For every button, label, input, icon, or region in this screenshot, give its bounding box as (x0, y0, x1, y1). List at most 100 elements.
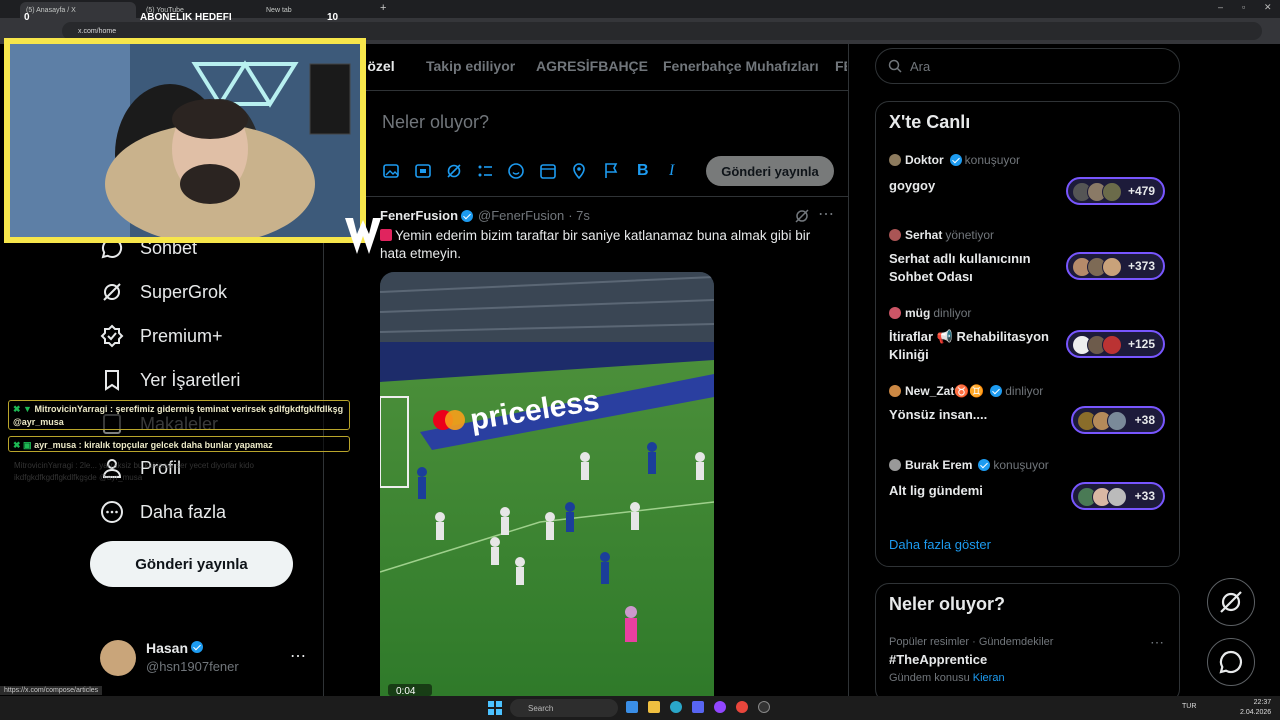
emoji-icon[interactable] (507, 162, 525, 180)
italic-icon[interactable]: I (669, 162, 674, 180)
schedule-icon[interactable] (539, 162, 557, 180)
maximize-icon[interactable]: ▫ (1242, 2, 1245, 12)
tweet-video[interactable]: priceless 0:04 (380, 272, 714, 696)
tweet-text: Yemin ederim bizim taraftar bir saniye k… (380, 227, 820, 263)
tab-label: Fenerbahçe Muhafızları (663, 58, 819, 74)
show-more-link[interactable]: Daha fazla göster (889, 537, 991, 552)
account-switcher[interactable]: Hasan @hsn1907fener ⋯ (100, 636, 310, 680)
space-host: Burak Erem (905, 458, 973, 472)
tab-agresifbahce[interactable]: AGRESİFBAHÇE (536, 58, 648, 74)
listener-count: +33 (1071, 482, 1165, 510)
tab-x-home[interactable]: (5) Anasayfa / X (20, 2, 136, 18)
language-indicator[interactable]: TUR (1182, 703, 1196, 710)
windows-start-icon[interactable] (488, 701, 502, 715)
avatar (889, 459, 901, 471)
search-input[interactable]: Ara (875, 48, 1180, 84)
avatar (889, 229, 901, 241)
tweet-more-icon[interactable]: ⋯ (818, 204, 834, 224)
space-item[interactable]: müg dinliyor İtiraflar 📢 Rehabilitasyon K… (889, 304, 1169, 370)
post-button-label: Gönderi yayınla (135, 555, 248, 573)
sidebar-item-more[interactable]: Daha fazla (100, 492, 226, 532)
verified-badge-icon (949, 154, 962, 166)
post-button-sidebar[interactable]: Gönderi yayınla (90, 541, 293, 587)
poll-icon[interactable] (476, 162, 494, 180)
webcam-image (10, 44, 360, 237)
app-icon[interactable] (714, 701, 726, 713)
sidebar-item-premium[interactable]: Premium+ (100, 316, 223, 356)
post-button[interactable]: Gönderi yayınla (706, 156, 834, 186)
clock[interactable]: 22:37 2.04.2026 (1240, 698, 1271, 718)
listener-avatars (1072, 257, 1122, 277)
chat-text: MitrovicinYarragi : şerefimiz gidermiş t… (13, 404, 344, 427)
space-host-row: New_Zat♉♊ dinliyor (889, 384, 1043, 398)
tab-following[interactable]: Takip ediliyor (426, 58, 515, 74)
trend-hashtag[interactable]: #TheApprentice (889, 652, 987, 667)
space-host-row: Serhat yönetiyor (889, 228, 994, 242)
trend-more-icon[interactable]: ⋯ (1150, 634, 1164, 651)
listener-count: +38 (1071, 406, 1165, 434)
listener-count: +479 (1066, 177, 1165, 205)
close-icon[interactable]: ✕ (1264, 2, 1272, 13)
grok-icon[interactable] (794, 208, 810, 224)
more-icon (101, 501, 123, 523)
space-title: Serhat adlı kullanıcının Sohbet Odası (889, 251, 1031, 284)
edge-icon[interactable] (670, 701, 682, 713)
space-item[interactable]: Doktor konuşuyor goygoy +479 (889, 151, 1169, 211)
obs-icon[interactable] (758, 701, 770, 713)
space-host: Serhat (905, 228, 943, 242)
file-explorer-icon[interactable] (648, 701, 660, 713)
space-host: Doktor (905, 153, 944, 167)
space-item[interactable]: New_Zat♉♊ dinliyor Yönsüz insan.... +38 (889, 382, 1169, 442)
tab-new[interactable]: New tab (260, 2, 376, 18)
bold-icon[interactable]: B (637, 162, 649, 180)
verified-badge-icon (990, 385, 1003, 397)
minimize-icon[interactable]: – (1218, 2, 1223, 12)
discord-icon[interactable] (692, 701, 704, 713)
sidebar-item-label: Daha fazla (140, 501, 227, 522)
webcam-overlay (4, 38, 366, 243)
trend-sub-link[interactable]: Kieran (973, 672, 1005, 684)
new-tab-button[interactable]: + (380, 2, 386, 14)
stream-chat-faded: MitrovicinYarragi : 2le... yarraksiz bu … (14, 461, 254, 482)
chrome-icon[interactable] (736, 701, 748, 713)
listener-count-text: +373 (1127, 259, 1155, 273)
subscriber-goal-value: 10 (327, 12, 339, 23)
verified-badge-icon (191, 641, 204, 653)
location-icon[interactable] (570, 162, 588, 180)
grok-fab[interactable] (1207, 578, 1255, 626)
composer-input[interactable]: Neler oluyor? (382, 112, 489, 133)
tab-fe[interactable]: FE (835, 58, 847, 74)
sidebar-item-bookmarks[interactable]: Yer İşaretleri (100, 360, 240, 400)
premium-icon (100, 324, 124, 348)
video-frame: priceless 0:04 (380, 272, 714, 696)
more-dots-icon[interactable]: ⋯ (290, 646, 306, 666)
space-role: yönetiyor (945, 228, 995, 242)
url-text: x.com/home (78, 27, 117, 35)
taskbar-search[interactable]: Search (510, 699, 618, 717)
chat-badge-icon: ✖ ▼ (13, 404, 32, 414)
gif-icon[interactable] (414, 162, 432, 180)
tweet-time[interactable]: · 7s (568, 208, 590, 223)
app-icon[interactable] (626, 701, 638, 713)
tweet-author[interactable]: FenerFusion (380, 208, 458, 223)
grok-icon[interactable] (445, 162, 463, 180)
bookmark-icon (105, 370, 119, 391)
verified-badge-icon (461, 209, 474, 222)
listener-avatars (1077, 487, 1127, 507)
space-item[interactable]: Serhat yönetiyor Serhat adlı kullanıcının… (889, 226, 1169, 292)
stream-chat-message: ✖ ▼ MitrovicinYarragi : şerefimiz giderm… (8, 400, 350, 430)
chat-text: ayr_musa : kiralık topçular gelcek daha … (34, 440, 273, 450)
messages-fab[interactable] (1207, 638, 1255, 686)
tab-label: (5) Anasayfa / X (26, 6, 76, 14)
tab-fenerbahce-muhafizlari[interactable]: Fenerbahçe Muhafızları (663, 58, 819, 74)
sidebar-item-supergrok[interactable]: SuperGrok (100, 272, 227, 312)
space-role: konuşuyor (993, 458, 1049, 472)
tweet-handle[interactable]: @FenerFusion (478, 208, 564, 223)
image-icon[interactable] (382, 162, 400, 180)
flag-icon[interactable] (602, 162, 620, 180)
listener-count-text: +38 (1134, 413, 1155, 427)
clock-time: 22:37 (1253, 699, 1272, 706)
listener-count-text: +125 (1127, 337, 1155, 351)
sidebar-item-label: SuperGrok (140, 281, 228, 302)
space-item[interactable]: Burak Erem konuşuyor Alt lig gündemi +33 (889, 456, 1169, 516)
